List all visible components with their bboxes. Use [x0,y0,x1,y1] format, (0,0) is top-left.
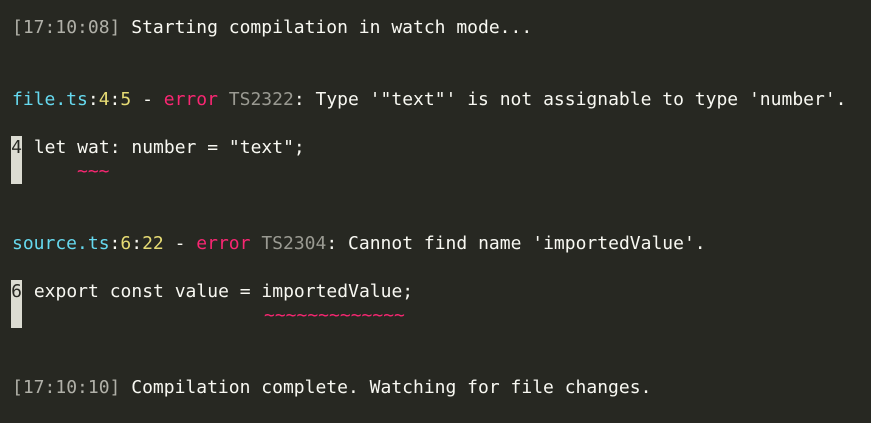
error-squiggle: ~~~ [77,161,110,182]
source-code-line: export const value = importedValue; [23,281,414,302]
error-squiggle: ~~~~~~~~~~~~~ [264,305,405,326]
log-message: Starting compilation in watch mode... [120,17,533,38]
error-code: TS2322 [228,89,294,110]
error-severity: error [163,89,218,110]
error-col: 5 [120,89,132,110]
source-line-number: 6 [11,281,22,302]
timestamp: 17:10:08 [22,17,110,38]
log-line-complete: [17:10:10] Compilation complete. Watchin… [12,376,651,400]
error-header: source.ts:6:22 - error TS2304: Cannot fi… [12,233,706,254]
error-message: Cannot find name 'importedValue'. [337,233,706,254]
timestamp: 17:10:10 [22,377,110,398]
log-message: Compilation complete. Watching for file … [120,377,652,398]
error-code: TS2304 [261,233,327,254]
bracket: ] [109,377,121,398]
error-header: file.ts:4:5 - error TS2322: Type '"text"… [12,89,847,110]
terminal-output: [17:10:08] Starting compilation in watch… [0,0,871,423]
source-line-number: 4 [11,137,22,158]
error-message: Type '"text"' is not assignable to type … [304,89,847,110]
error-file[interactable]: file.ts [12,89,88,110]
error-line: 6 [120,233,132,254]
error-severity: error [196,233,251,254]
source-code-line: let wat: number = "text"; [23,137,305,158]
bracket: [ [12,17,23,38]
bracket: ] [109,17,121,38]
log-line-start: [17:10:08] Starting compilation in watch… [12,16,532,40]
error-col: 22 [142,233,164,254]
bracket: [ [12,377,23,398]
error-file[interactable]: source.ts [12,233,110,254]
error-line: 4 [98,89,110,110]
